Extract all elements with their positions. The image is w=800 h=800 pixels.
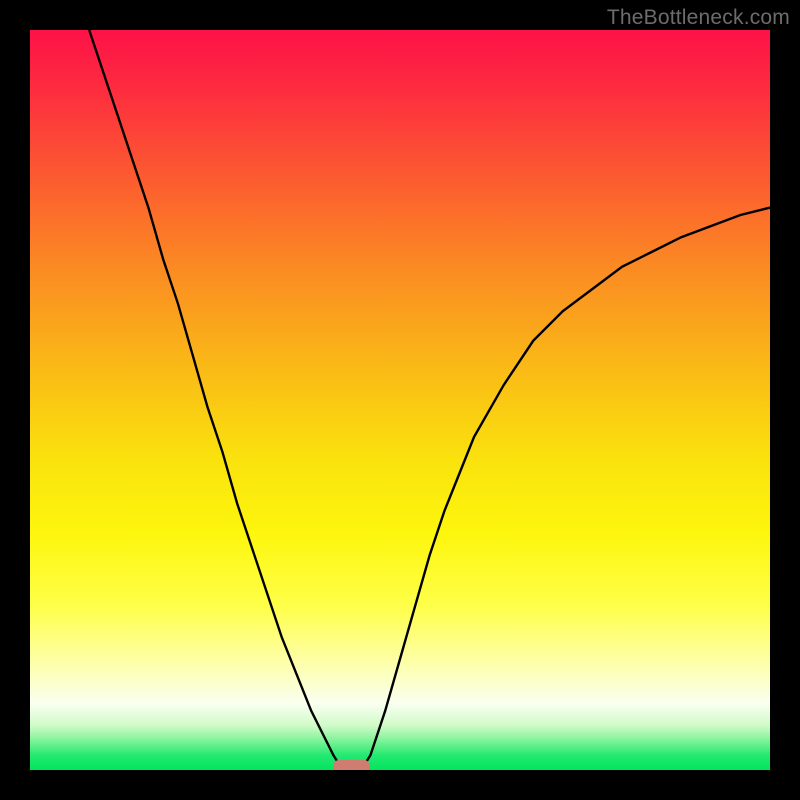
- chart-frame: TheBottleneck.com: [0, 0, 800, 800]
- plot-area: [30, 30, 770, 770]
- optimum-marker: [333, 760, 370, 770]
- curve-left-branch: [89, 30, 341, 767]
- curve-right-branch: [363, 208, 770, 767]
- watermark-text: TheBottleneck.com: [607, 6, 790, 30]
- bottleneck-curve: [30, 30, 770, 770]
